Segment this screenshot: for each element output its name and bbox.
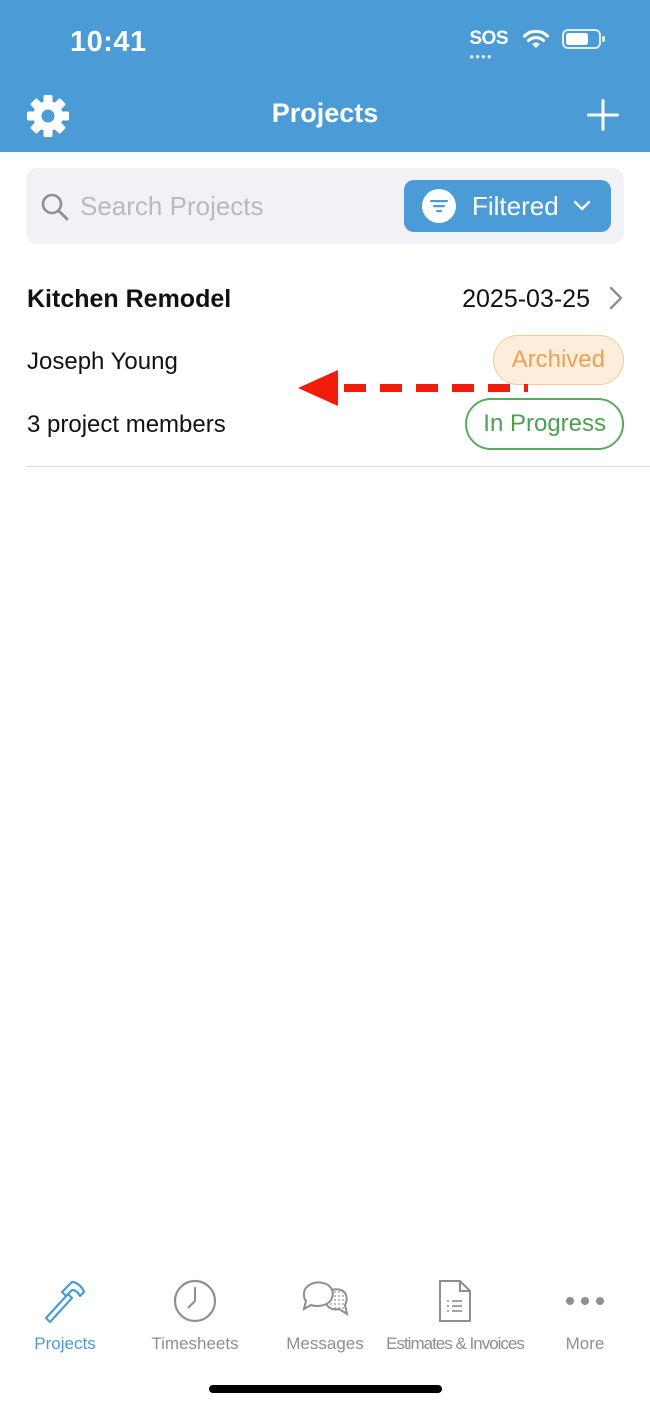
sos-dots: ●●●● <box>469 52 493 61</box>
home-indicator[interactable] <box>209 1385 442 1393</box>
tab-messages[interactable]: Messages <box>260 1262 390 1362</box>
sos-label: SOS <box>469 28 508 49</box>
filter-label: Filtered <box>472 190 559 221</box>
tab-label: Messages <box>286 1334 364 1353</box>
project-owner: Joseph Young <box>27 348 178 375</box>
more-dots-icon <box>566 1297 604 1305</box>
tab-estimates-invoices[interactable]: Estimates & Invoices <box>386 1262 525 1362</box>
page-title: Projects <box>271 98 379 128</box>
chevron-down-icon <box>573 200 590 211</box>
search-icon <box>41 193 69 221</box>
tab-projects[interactable]: Projects <box>0 1262 130 1362</box>
filter-button[interactable]: Filtered <box>404 180 611 232</box>
tab-label: Projects <box>34 1334 96 1353</box>
sos-indicator: SOS ●●●● <box>469 28 508 61</box>
project-members: 3 project members <box>27 411 226 438</box>
clock-icon <box>173 1279 217 1323</box>
chevron-right-icon <box>609 286 623 310</box>
header: 10:41 SOS ●●●● Projects <box>0 0 650 152</box>
wifi-icon <box>522 29 550 48</box>
document-icon <box>439 1280 471 1322</box>
project-title: Kitchen Remodel <box>27 285 232 313</box>
search-bar: Filtered <box>26 168 624 244</box>
filter-icon <box>422 189 456 223</box>
chat-bubbles-icon <box>302 1281 349 1317</box>
battery-icon <box>562 29 605 49</box>
swipe-left-arrow-icon <box>298 370 528 406</box>
tab-label: Estimates & Invoices <box>386 1334 525 1353</box>
tab-label: More <box>565 1334 605 1353</box>
tab-timesheets[interactable]: Timesheets <box>130 1262 260 1362</box>
status-time: 10:41 <box>70 26 147 58</box>
search-input[interactable] <box>80 186 390 226</box>
tab-bar: Projects Timesheets Messages Estimates &… <box>0 1262 650 1372</box>
row-divider <box>26 466 650 467</box>
tab-label: Timesheets <box>151 1334 239 1353</box>
add-project-button[interactable] <box>586 98 620 132</box>
tab-more[interactable]: More <box>520 1262 650 1362</box>
hammer-icon <box>44 1280 86 1324</box>
status-icons: SOS ●●●● <box>469 28 606 61</box>
projects-screen: 10:41 SOS ●●●● Projects Search Projects … <box>0 0 650 1407</box>
project-date: 2025-03-25 <box>462 285 590 313</box>
